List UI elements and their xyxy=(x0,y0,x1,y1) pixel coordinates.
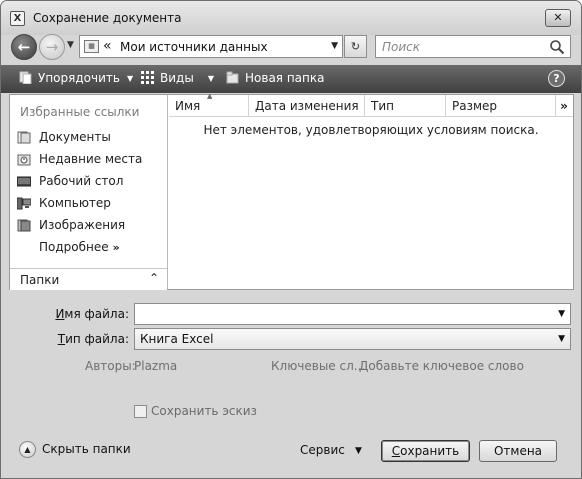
authors-label: Авторы: xyxy=(85,359,136,373)
back-button[interactable]: ← xyxy=(11,34,37,60)
filetype-select[interactable]: Книга Excel ▼ xyxy=(134,328,571,350)
filename-label: Имя файла: xyxy=(55,307,129,321)
refresh-icon: ↻ xyxy=(350,40,361,53)
hide-folders-label: Скрыть папки xyxy=(42,442,131,456)
filetype-label: Тип файла: xyxy=(57,332,129,346)
favorite-link-label: Недавние места xyxy=(39,152,143,166)
column-header-name[interactable]: Имя ▲ xyxy=(169,92,249,117)
favorite-links-header: Избранные ссылки xyxy=(20,105,140,119)
folders-toggle[interactable]: Папки ⌃ xyxy=(10,268,167,290)
authors-value[interactable]: Plazma xyxy=(134,359,177,373)
forward-arrow-icon: → xyxy=(45,38,59,56)
favorite-link-label: Рабочий стол xyxy=(39,174,124,188)
column-header-type[interactable]: Тип xyxy=(365,95,446,117)
more-label: Подробнее xyxy=(39,240,109,254)
navigation-bar: ← → ▼ ▦ « Мои источники данных ▼ ↻ Поиск xyxy=(1,31,581,65)
recent-pages-dropdown[interactable]: ▼ xyxy=(67,40,74,50)
keywords-label: Ключевые сл... xyxy=(271,359,366,373)
refresh-button[interactable]: ↻ xyxy=(344,35,367,58)
column-header-size[interactable]: Размер xyxy=(446,95,556,117)
column-header-label: Тип xyxy=(371,99,394,113)
pictures-icon xyxy=(17,219,31,232)
new-folder-icon xyxy=(226,71,239,84)
filetype-dropdown-icon: ▼ xyxy=(558,334,565,344)
window-title: Сохранение документа xyxy=(33,11,182,25)
forward-button[interactable]: → xyxy=(39,34,65,60)
more-columns-chevron[interactable]: » xyxy=(555,95,573,117)
filename-dropdown-icon[interactable]: ▼ xyxy=(558,309,565,319)
column-header-label: Имя xyxy=(175,99,201,113)
more-chevron-icon: » xyxy=(112,241,120,254)
save-button[interactable]: Сохранить xyxy=(381,440,470,462)
collapse-up-icon: ▲ xyxy=(19,441,36,458)
back-arrow-icon: ← xyxy=(17,38,31,56)
keywords-value[interactable]: Добавьте ключевое слово xyxy=(359,359,524,373)
favorite-link-label: Изображения xyxy=(39,218,126,232)
close-button[interactable]: ✕ xyxy=(545,9,571,27)
column-header-label: Размер xyxy=(452,99,498,113)
browser-panel: Избранные ссылки Документы Недавние мест… xyxy=(9,92,574,290)
organize-button[interactable]: Упорядочить ▼ xyxy=(19,71,133,85)
favorite-link-label: Компьютер xyxy=(39,196,111,210)
documents-icon xyxy=(17,131,31,144)
folders-label: Папки xyxy=(20,273,60,287)
address-bar[interactable]: ▦ « Мои источники данных ▼ xyxy=(79,35,343,58)
views-button[interactable]: Виды ▼ xyxy=(141,71,214,85)
favorite-link-label: Документы xyxy=(39,130,111,144)
favorite-link-desktop[interactable]: Рабочий стол xyxy=(15,171,165,193)
save-dialog: X Сохранение документа ✕ ← → ▼ ▦ « Мои и… xyxy=(0,0,582,479)
recent-places-icon xyxy=(17,154,31,166)
excel-app-icon: X xyxy=(10,11,25,26)
cancel-button[interactable]: Отмена xyxy=(479,440,557,462)
new-folder-label: Новая папка xyxy=(245,71,325,85)
favorite-link-pictures[interactable]: Изображения xyxy=(15,215,165,237)
desktop-icon xyxy=(17,176,31,187)
search-input[interactable]: Поиск xyxy=(382,40,420,54)
views-grid-icon xyxy=(141,71,154,84)
data-sources-folder-icon: ▦ xyxy=(84,40,99,53)
views-dropdown-icon: ▼ xyxy=(207,74,214,83)
save-thumbnail-label[interactable]: Сохранить эскиз xyxy=(151,404,257,418)
favorite-links-more[interactable]: Подробнее» xyxy=(15,237,165,259)
title-bar: X Сохранение документа ✕ xyxy=(1,1,581,35)
organize-icon xyxy=(19,71,32,84)
favorite-links-list: Документы Недавние места Рабочий стол Ко… xyxy=(15,127,165,259)
help-button[interactable]: ? xyxy=(548,70,565,87)
command-toolbar: Упорядочить ▼ Виды ▼ Новая папка ? xyxy=(1,65,581,93)
help-icon: ? xyxy=(553,72,560,85)
computer-icon xyxy=(17,197,31,210)
save-thumbnail-checkbox[interactable] xyxy=(134,405,147,418)
search-icon[interactable] xyxy=(549,39,565,55)
address-dropdown-icon[interactable]: ▼ xyxy=(331,41,338,51)
favorite-link-computer[interactable]: Компьютер xyxy=(15,193,165,215)
close-icon: ✕ xyxy=(553,11,563,24)
organize-label: Упорядочить xyxy=(38,71,120,85)
address-overflow-chevron[interactable]: « xyxy=(103,38,112,54)
tools-dropdown-icon[interactable]: ▼ xyxy=(355,446,362,456)
folders-collapse-icon: ⌃ xyxy=(148,271,159,285)
sort-ascending-icon: ▲ xyxy=(207,92,213,100)
favorite-link-recent-places[interactable]: Недавние места xyxy=(15,149,165,171)
favorite-link-documents[interactable]: Документы xyxy=(15,127,165,149)
filename-field[interactable]: ▼ xyxy=(134,303,571,325)
file-list: Имя ▲ Дата изменения Тип Размер » Нет эл… xyxy=(169,92,573,289)
column-header-label: Дата изменения xyxy=(255,99,359,113)
column-header-date-modified[interactable]: Дата изменения xyxy=(249,95,365,117)
new-folder-button[interactable]: Новая папка xyxy=(226,71,324,85)
navigation-pane: Избранные ссылки Документы Недавние мест… xyxy=(10,95,168,290)
search-box[interactable]: Поиск xyxy=(375,35,571,58)
views-label: Виды xyxy=(160,71,194,85)
hide-folders-button[interactable]: ▲ Скрыть папки xyxy=(19,441,139,459)
empty-list-message: Нет элементов, удовлетворяющих условиям … xyxy=(203,123,539,137)
filetype-value: Книга Excel xyxy=(140,332,214,346)
organize-dropdown-icon: ▼ xyxy=(126,74,134,83)
address-path[interactable]: Мои источники данных xyxy=(120,40,268,54)
tools-button[interactable]: Сервис xyxy=(300,443,345,457)
